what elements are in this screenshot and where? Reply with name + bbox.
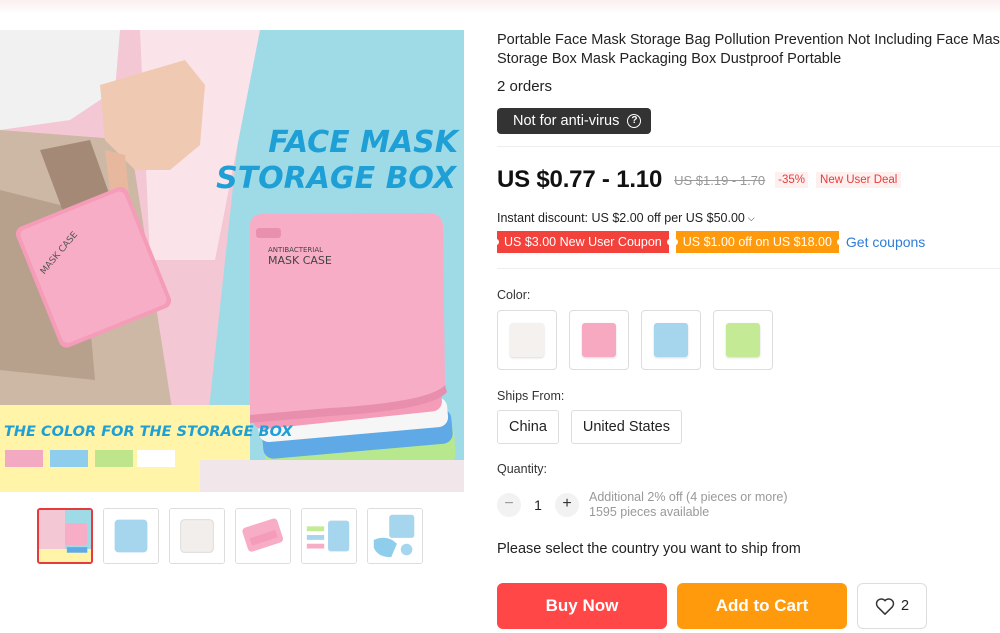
instant-discount[interactable]: Instant discount: US $2.00 off per US $5… <box>497 211 755 225</box>
ships-from-options: China United States <box>497 410 682 444</box>
thumbnail-6[interactable] <box>367 508 423 564</box>
buy-now-button[interactable]: Buy Now <box>497 583 667 629</box>
color-options <box>497 310 773 370</box>
decrease-quantity-button[interactable]: − <box>497 493 521 517</box>
price: US $0.77 - 1.10 <box>497 166 663 193</box>
color-option-pink[interactable] <box>569 310 629 370</box>
wishlist-count: 2 <box>900 598 910 614</box>
wishlist-button[interactable]: 2 <box>857 583 927 629</box>
question-icon[interactable]: ? <box>627 114 642 128</box>
ships-from-china[interactable]: China <box>497 410 559 444</box>
thumbnail-5[interactable] <box>301 508 357 564</box>
main-product-image[interactable]: MASK CASE FACE MASK STORAGE BOX ANTIBACT… <box>0 30 464 492</box>
quantity-stepper: − 1 + Additional 2% off (4 pieces or mor… <box>497 490 787 520</box>
color-option-blue[interactable] <box>641 310 701 370</box>
chevron-down-icon[interactable]: ⌵ <box>748 213 755 224</box>
get-coupons-link[interactable]: Get coupons <box>846 234 925 250</box>
color-option-green[interactable] <box>713 310 773 370</box>
orders-count: 2 orders <box>497 78 553 95</box>
thumbnail-strip <box>37 508 423 564</box>
case-label-2: MASK CASE <box>268 254 332 267</box>
product-photo: MASK CASE FACE MASK STORAGE BOX ANTIBACT… <box>0 30 464 492</box>
thumbnail-2[interactable] <box>103 508 159 564</box>
blue-case-image <box>654 323 688 357</box>
white-case-image <box>510 323 544 357</box>
add-to-cart-button[interactable]: Add to Cart <box>677 583 847 629</box>
instant-discount-text: Instant discount: US $2.00 off per US $5… <box>497 211 745 225</box>
store-coupon[interactable]: US $1.00 off on US $18.00 <box>672 231 843 253</box>
headline-line-2: STORAGE BOX <box>216 161 458 196</box>
divider <box>497 268 1000 269</box>
product-title: Portable Face Mask Storage Bag Pollution… <box>497 32 1000 67</box>
ships-from-label: Ships From: <box>497 389 565 403</box>
thumbnail-1[interactable] <box>37 508 93 564</box>
product-info: Portable Face Mask Storage Bag Pollution… <box>494 0 1000 633</box>
new-user-deal-badge: New User Deal <box>816 172 902 188</box>
coupons-row: US $3.00 New User Coupon US $1.00 off on… <box>494 231 925 253</box>
headline-line-1: FACE MASK <box>268 125 461 160</box>
divider <box>497 146 1000 147</box>
availability-text: 1595 pieces available <box>589 505 710 519</box>
green-case-image <box>726 323 760 357</box>
bottom-caption: THE COLOR FOR THE STORAGE BOX <box>4 424 293 440</box>
ships-from-united-states[interactable]: United States <box>570 410 682 444</box>
pink-case-image <box>582 323 616 357</box>
quantity-info: Additional 2% off (4 pieces or more) 159… <box>589 490 787 520</box>
color-option-white[interactable] <box>497 310 557 370</box>
color-label: Color: <box>497 288 531 302</box>
old-price: US $1.19 - 1.70 <box>674 172 766 188</box>
discount-badge: -35% <box>775 172 809 188</box>
price-row: US $0.77 - 1.10 US $1.19 - 1.70 -35% New… <box>497 166 902 194</box>
antivirus-badge[interactable]: Not for anti-virus ? <box>497 108 652 134</box>
increase-quantity-button[interactable]: + <box>555 493 579 517</box>
thumbnail-4[interactable] <box>235 508 291 564</box>
heart-icon <box>875 598 895 615</box>
case-label-1: ANTIBACTERIAL <box>268 246 323 254</box>
quantity-label: Quantity: <box>497 462 548 476</box>
bulk-discount-text: Additional 2% off (4 pieces or more) <box>589 490 788 504</box>
thumbnail-3[interactable] <box>169 508 225 564</box>
ship-country-note: Please select the country you want to sh… <box>497 541 801 557</box>
quantity-value[interactable]: 1 <box>521 497 555 513</box>
antivirus-text: Not for anti-virus <box>513 113 620 129</box>
new-user-coupon[interactable]: US $3.00 New User Coupon <box>494 231 672 253</box>
